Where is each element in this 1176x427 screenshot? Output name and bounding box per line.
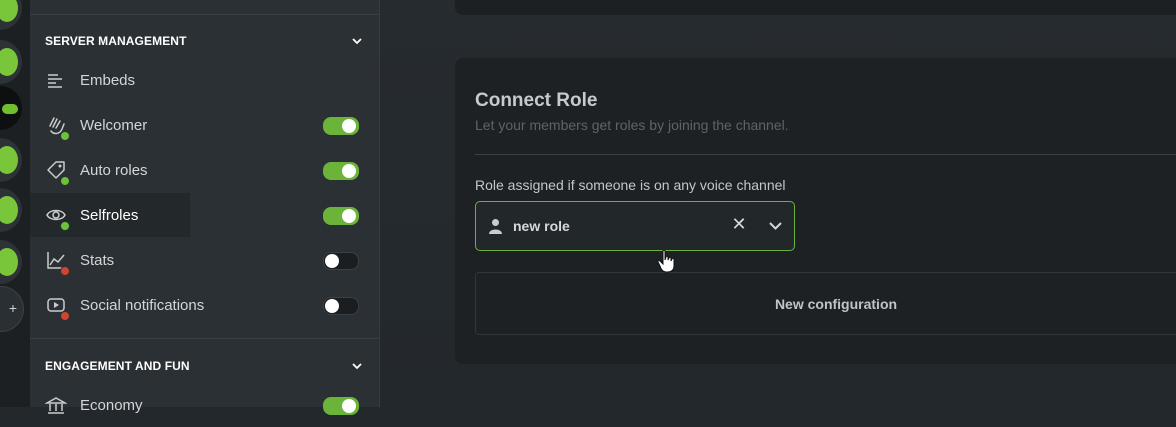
sidebar: SERVER MANAGEMENT Embeds Welcomer Auto r… [30,0,380,415]
status-on-icon [60,221,70,231]
previous-card [455,0,1176,15]
server-icon[interactable] [0,188,22,232]
align-left-icon [48,74,62,88]
divider [30,338,379,339]
new-configuration-button[interactable]: New configuration [475,272,1176,335]
selfroles-toggle[interactable] [323,207,359,225]
select-value: new role [513,218,570,234]
sidebar-item-welcomer[interactable]: Welcomer [30,103,379,147]
field-label: Role assigned if someone is on any voice… [475,177,786,193]
status-on-icon [60,131,70,141]
welcomer-toggle[interactable] [323,117,359,135]
sidebar-item-label: Stats [80,251,115,269]
section-header-server-management[interactable]: SERVER MANAGEMENT [45,31,363,51]
server-icon[interactable] [0,138,22,182]
server-icon[interactable] [0,240,22,284]
card-subtitle: Let your members get roles by joining th… [475,117,789,133]
divider [30,14,379,15]
auto-roles-toggle[interactable] [323,162,359,180]
sidebar-item-label: Auto roles [80,161,148,179]
chevron-down-icon [352,363,362,370]
button-label: New configuration [774,295,898,312]
sidebar-item-label: Embeds [80,71,136,89]
sidebar-item-stats[interactable]: Stats [30,238,379,282]
connect-role-card: Connect Role Let your members get roles … [455,58,1176,364]
server-icon-active[interactable] [0,86,22,130]
hand-pointer-icon [657,249,675,273]
card-title: Connect Role [475,90,598,111]
sidebar-item-selfroles[interactable]: Selfroles [30,193,190,237]
status-off-icon [60,311,70,321]
server-icon[interactable] [0,0,22,30]
role-select[interactable]: new role ✕ [475,201,795,251]
sidebar-item-label: Welcomer [80,116,148,134]
sidebar-item-embeds[interactable]: Embeds [30,58,379,102]
stats-toggle[interactable] [323,252,359,270]
add-server-button[interactable]: + [0,286,24,332]
chevron-down-icon [352,38,362,45]
server-icon[interactable] [0,40,22,84]
sidebar-item-label: Social notifications [80,296,205,314]
section-title: SERVER MANAGEMENT [45,34,187,48]
clear-icon[interactable]: ✕ [731,214,747,235]
section-title: ENGAGEMENT AND FUN [45,359,190,373]
bank-icon [45,397,67,414]
sidebar-item-label: Economy [80,396,143,414]
section-header-engagement-and-fun[interactable]: ENGAGEMENT AND FUN [45,356,363,376]
status-on-icon [60,176,70,186]
main-content: Connect Role Let your members get roles … [380,0,1176,407]
server-rail: + [0,0,30,407]
status-off-icon [60,266,70,276]
sidebar-item-economy[interactable]: Economy [30,383,379,427]
sidebar-item-social-notifications[interactable]: Social notifications [30,283,379,327]
user-icon [489,219,502,234]
social-notifications-toggle[interactable] [323,297,359,315]
sidebar-item-label: Selfroles [80,206,139,224]
sidebar-item-auto-roles[interactable]: Auto roles [30,148,379,192]
plus-icon: + [8,300,17,316]
chevron-down-icon[interactable] [769,220,782,232]
divider [475,154,1176,155]
economy-toggle[interactable] [323,397,359,415]
